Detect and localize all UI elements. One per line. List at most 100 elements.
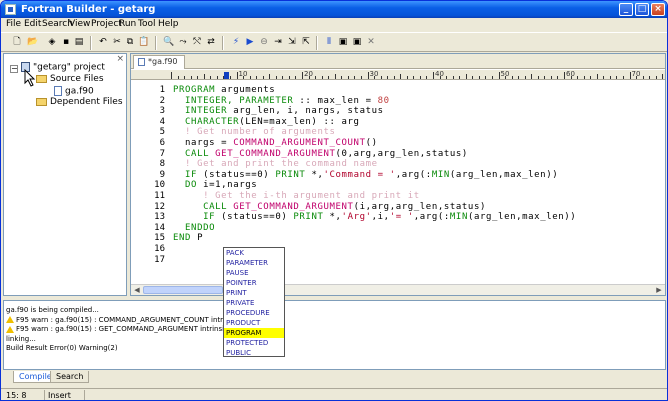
output-pane: ga.f90 is being compiled... F95 warn : ga… [3, 300, 666, 370]
app-icon [5, 4, 16, 15]
save-icon[interactable]: ▪ [60, 37, 72, 48]
close-pane-icon[interactable]: × [116, 54, 124, 64]
ruler-tick [190, 76, 192, 79]
scroll-left-icon[interactable]: ◀ [132, 286, 142, 295]
print-icon[interactable]: ▤ [73, 37, 85, 48]
project-tree-pane: × − "getarg" project Source Files ga.f90… [3, 53, 127, 296]
minimize-button[interactable]: _ [619, 3, 633, 16]
tab-ga-f90[interactable]: *ga.f90 [133, 55, 185, 69]
autocomplete-item[interactable]: PARAMETER [224, 258, 284, 268]
step-into-icon[interactable]: ⇲ [286, 37, 298, 48]
ruler-tick [550, 76, 552, 79]
code-token: ! Get and print the command name [173, 159, 378, 170]
ruler-tick [629, 72, 631, 79]
folder-icon [36, 97, 47, 106]
autocomplete-item[interactable]: PUBLIC [224, 348, 284, 358]
line-number: 15 [154, 233, 165, 244]
tab-search[interactable]: Search [50, 371, 90, 383]
scroll-right-icon[interactable]: ▶ [654, 286, 664, 295]
step-icon[interactable]: ⇥ [272, 37, 284, 48]
autocomplete-item[interactable]: PAUSE [224, 268, 284, 278]
ruler-tick [400, 74, 402, 79]
ruler-tick [302, 72, 303, 79]
autocomplete-item[interactable]: PROTECTED [224, 338, 284, 348]
ruler-tick [354, 76, 356, 79]
code-line: IF (status==0) PRINT *,'Arg',i,'= ',arg(… [173, 212, 576, 222]
code-token: 'Arg' [341, 212, 372, 223]
tree-item-dependent-files[interactable]: Dependent Files [36, 97, 123, 107]
menu-help[interactable]: Help [158, 19, 179, 29]
code-line: INTEGER arg_len, i, nargs, status [173, 106, 384, 116]
collapse-icon[interactable]: − [10, 65, 18, 73]
toolbar: 🗋 📂 ◈ ▪ ▤ ↶ ✂ ⧉ 📋 🔍 ⤳ ⤲ ⇄ ⚡ ▶ ⊖ ⇥ ⇲ ⇱ ⫴ … [1, 32, 667, 52]
window-icon[interactable]: ▣ [337, 37, 349, 48]
autocomplete-item[interactable]: PROGRAM [224, 328, 284, 338]
open-folder-icon[interactable]: 📂 [27, 37, 39, 48]
close-window-icon[interactable]: ✕ [365, 37, 377, 48]
ruler-tick [328, 76, 330, 79]
menu-project[interactable]: Project [91, 19, 122, 29]
open-project-icon[interactable]: ◈ [46, 37, 58, 48]
autocomplete-item[interactable]: PROCEDURE [224, 308, 284, 318]
step-out-icon[interactable]: ⇱ [300, 37, 312, 48]
line-number: 8 [159, 159, 165, 170]
code-token: () [365, 138, 378, 148]
copy-icon[interactable]: ⧉ [124, 37, 136, 48]
ruler-tick [655, 76, 657, 79]
autocomplete-popup[interactable]: PACK PARAMETER PAUSE POINTER PRINT PRIVATE PRO… [223, 247, 285, 357]
build-icon[interactable]: ⚡ [230, 37, 242, 48]
title-bar: Fortran Builder - getarg _ □ × [1, 1, 667, 18]
stop-icon[interactable]: ⊖ [258, 37, 270, 48]
ruler-tick [459, 76, 461, 79]
menu-run[interactable]: Run [119, 19, 136, 29]
autocomplete-item[interactable]: PRINT [224, 288, 284, 298]
menu-view[interactable]: View [69, 19, 90, 29]
ruler-tick [177, 76, 179, 79]
scrollbar-thumb[interactable] [143, 286, 223, 294]
code-token: (arg_len,max_len)) [449, 169, 559, 180]
ruler-label: 10 [238, 70, 248, 78]
ruler-tick [334, 74, 336, 79]
ruler-tick [203, 74, 205, 79]
find-next-icon[interactable]: ⤳ [177, 37, 189, 48]
new-file-icon[interactable]: 🗋 [11, 37, 23, 48]
autocomplete-item[interactable]: PRIVATE [224, 298, 284, 308]
output-window-icon[interactable]: ▣ [351, 37, 363, 48]
code-token: (LEN=max_len) :: arg [239, 116, 360, 127]
autocomplete-item[interactable]: PRODUCT [224, 318, 284, 328]
code-token: CALL [173, 201, 228, 212]
horizontal-scrollbar[interactable]: ◀ ▶ [131, 284, 665, 295]
code-token: *, [305, 169, 324, 180]
warning-icon [6, 316, 14, 323]
menu-tool[interactable]: Tool [138, 19, 155, 29]
tree-item-source-files[interactable]: Source Files [36, 74, 104, 84]
cut-icon[interactable]: ✂ [111, 37, 123, 48]
code-token: ! Get the i-th argument and print it [173, 191, 420, 201]
undo-icon[interactable]: ↶ [97, 37, 109, 48]
code-line: PROGRAM arguments [173, 85, 275, 95]
find-icon[interactable]: 🔍 [163, 37, 175, 48]
maximize-button[interactable]: □ [635, 3, 649, 16]
line-number: 7 [159, 148, 165, 159]
tree-item-file[interactable]: ga.f90 [54, 86, 94, 97]
ruler-tick [419, 76, 421, 79]
replace-icon[interactable]: ⇄ [205, 37, 217, 48]
find-prev-icon[interactable]: ⤲ [191, 37, 203, 48]
autocomplete-item[interactable]: POINTER [224, 278, 284, 288]
ruler-tick [387, 76, 389, 79]
menu-edit[interactable]: Edit [24, 19, 41, 29]
columns-icon[interactable]: ⫴ [323, 37, 335, 48]
ruler-tick [603, 76, 605, 79]
run-icon[interactable]: ▶ [244, 37, 256, 48]
code-token: ,arg(: [413, 212, 450, 223]
ruler-tick [269, 74, 271, 79]
ruler-tick [511, 76, 513, 79]
paste-icon[interactable]: 📋 [138, 37, 150, 48]
code-token: INTEGER [173, 106, 228, 117]
autocomplete-item[interactable]: PACK [224, 248, 284, 258]
code-line: DO i=1,nargs [173, 180, 257, 190]
menu-file[interactable]: File [6, 19, 21, 29]
ruler-tick [446, 76, 448, 79]
close-button[interactable]: × [651, 3, 665, 16]
ruler-tick [433, 72, 434, 79]
